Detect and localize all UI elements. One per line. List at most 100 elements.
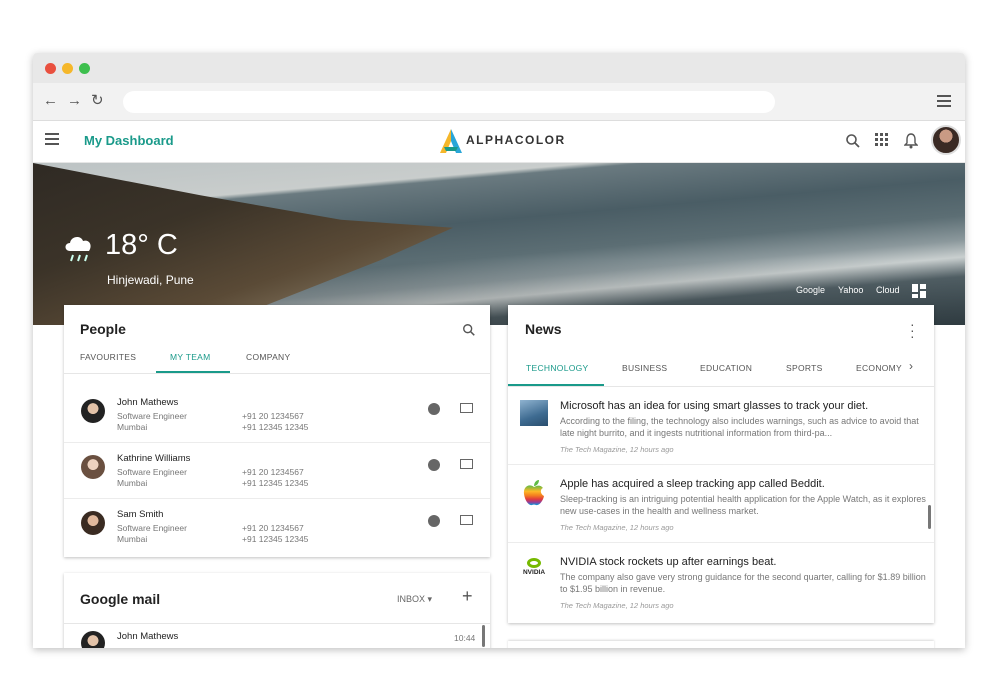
news-card: News · · · TECHNOLOGY BUSINESS EDUCATION S…: [508, 305, 934, 623]
news-scrollbar[interactable]: [928, 505, 931, 529]
hero-link-cloud[interactable]: Cloud: [876, 285, 900, 295]
person-name: John Mathews: [117, 397, 179, 408]
person-city: Mumbai: [117, 478, 148, 488]
person-phone-1: +91 20 1234567: [242, 411, 304, 421]
person-row[interactable]: Kathrine Williams Software Engineer Mumb…: [64, 443, 490, 499]
next-card-edge: [508, 641, 934, 648]
person-avatar: [81, 511, 105, 535]
person-phone-1: +91 20 1234567: [242, 467, 304, 477]
mail-time: 10:44: [454, 633, 476, 643]
brand-name: ALPHACOLOR: [466, 133, 566, 147]
tab-education[interactable]: EDUCATION: [700, 363, 752, 373]
news-card-title: News: [525, 321, 562, 337]
nvidia-logo-label: NVIDIA: [522, 569, 546, 576]
person-phone-2: +91 12345 12345: [242, 478, 309, 488]
forward-arrow-icon[interactable]: →: [67, 92, 82, 110]
browser-toolbar: ← → ↻: [33, 83, 965, 121]
chevron-right-icon[interactable]: ›: [909, 359, 913, 373]
person-role: Software Engineer: [117, 467, 187, 477]
person-role: Software Engineer: [117, 411, 187, 421]
news-body: According to the filing, the technology …: [560, 416, 919, 438]
weather-temperature: 18° C: [105, 229, 178, 261]
rain-cloud-icon: [65, 237, 91, 262]
tab-sports[interactable]: SPORTS: [786, 363, 823, 373]
person-city: Mumbai: [117, 534, 148, 544]
brand-logo: ALPHACOLOR: [438, 127, 568, 155]
app-menu-icon[interactable]: [45, 133, 59, 145]
person-city: Mumbai: [117, 422, 148, 432]
news-body: The company also gave very strong guidan…: [560, 572, 926, 594]
person-phone-2: +91 12345 12345: [242, 422, 309, 432]
microsoft-thumbnail-icon: [520, 400, 548, 426]
weather-location: Hinjewadi, Pune: [107, 273, 194, 287]
person-name: Sam Smith: [117, 509, 164, 520]
mail-card: Google mail INBOX ▾ + John Mathews 10:44: [64, 573, 490, 648]
person-role: Software Engineer: [117, 523, 187, 533]
news-body: Sleep-tracking is an intriguing potentia…: [560, 494, 926, 516]
nvidia-logo-icon: NVIDIA: [520, 558, 548, 582]
mail-icon[interactable]: [460, 459, 473, 469]
chat-icon[interactable]: [428, 515, 440, 527]
layout-toggle-icon[interactable]: [912, 284, 926, 298]
mail-folder-label: INBOX: [397, 594, 426, 604]
back-arrow-icon[interactable]: ←: [43, 92, 58, 110]
alphacolor-logo-icon: [440, 129, 462, 153]
news-source: The Tech Magazine, 12 hours ago: [560, 445, 674, 454]
tab-my-team[interactable]: MY TEAM: [170, 352, 211, 362]
person-avatar: [81, 399, 105, 423]
person-phone-2: +91 12345 12345: [242, 534, 309, 544]
news-source: The Tech Magazine, 12 hours ago: [560, 601, 674, 610]
news-title: NVIDIA stock rockets up after earnings b…: [560, 556, 777, 568]
person-row[interactable]: John Mathews Software Engineer Mumbai +9…: [64, 387, 490, 443]
tab-company[interactable]: COMPANY: [246, 352, 290, 362]
news-title: Microsoft has an idea for using smart gl…: [560, 400, 869, 412]
tab-favourites[interactable]: FAVOURITES: [80, 352, 136, 362]
person-row[interactable]: Sam Smith Software Engineer Mumbai +91 2…: [64, 499, 490, 555]
tab-business[interactable]: BUSINESS: [622, 363, 667, 373]
compose-plus-icon[interactable]: +: [462, 586, 473, 607]
people-card: People FAVOURITES MY TEAM COMPANY John M…: [64, 305, 490, 557]
mail-folder-select[interactable]: INBOX ▾: [397, 594, 432, 605]
address-bar[interactable]: [123, 91, 775, 113]
mail-sender-avatar: [81, 631, 105, 648]
app-header: My Dashboard ALPHACOLOR: [33, 121, 965, 163]
title-bar: [33, 53, 965, 83]
tab-economy[interactable]: ECONOMY: [856, 363, 902, 373]
chat-icon[interactable]: [428, 403, 440, 415]
search-icon[interactable]: [845, 133, 861, 149]
minimize-window-dot[interactable]: [62, 63, 73, 74]
news-item[interactable]: Microsoft has an idea for using smart gl…: [508, 387, 934, 465]
mail-card-title: Google mail: [80, 591, 161, 607]
tab-divider: [64, 373, 490, 374]
mail-sender-name[interactable]: John Mathews: [117, 631, 178, 642]
apps-grid-icon[interactable]: [875, 133, 889, 147]
hero-link-google[interactable]: Google: [796, 285, 825, 295]
browser-window: ← → ↻ My Dashboard ALPHACOLOR 18° C Hinj…: [33, 53, 965, 648]
person-avatar: [81, 455, 105, 479]
notification-bell-icon[interactable]: [904, 133, 918, 149]
mail-scrollbar[interactable]: [482, 625, 485, 647]
browser-menu-icon[interactable]: [937, 95, 951, 107]
nvidia-eye-mark: [527, 558, 541, 568]
person-name: Kathrine Williams: [117, 453, 191, 464]
hero-banner: 18° C Hinjewadi, Pune Google Yahoo Cloud: [33, 163, 965, 325]
news-item[interactable]: Apple has acquired a sleep tracking app …: [508, 465, 934, 543]
close-window-dot[interactable]: [45, 63, 56, 74]
maximize-window-dot[interactable]: [79, 63, 90, 74]
person-phone-1: +91 20 1234567: [242, 523, 304, 533]
news-item[interactable]: NVIDIA NVIDIA stock rockets up after ear…: [508, 543, 934, 623]
more-options-icon[interactable]: · · ·: [910, 317, 915, 343]
news-title: Apple has acquired a sleep tracking app …: [560, 478, 825, 490]
mail-icon[interactable]: [460, 515, 473, 525]
mail-divider: [64, 623, 490, 624]
apple-logo-icon: [523, 480, 544, 506]
user-avatar[interactable]: [931, 125, 961, 155]
page-title[interactable]: My Dashboard: [84, 133, 174, 148]
reload-icon[interactable]: ↻: [91, 92, 104, 110]
chat-icon[interactable]: [428, 459, 440, 471]
people-card-title: People: [80, 321, 126, 337]
tab-technology[interactable]: TECHNOLOGY: [526, 363, 589, 373]
mail-icon[interactable]: [460, 403, 473, 413]
people-search-icon[interactable]: [462, 323, 476, 337]
hero-link-yahoo[interactable]: Yahoo: [838, 285, 863, 295]
